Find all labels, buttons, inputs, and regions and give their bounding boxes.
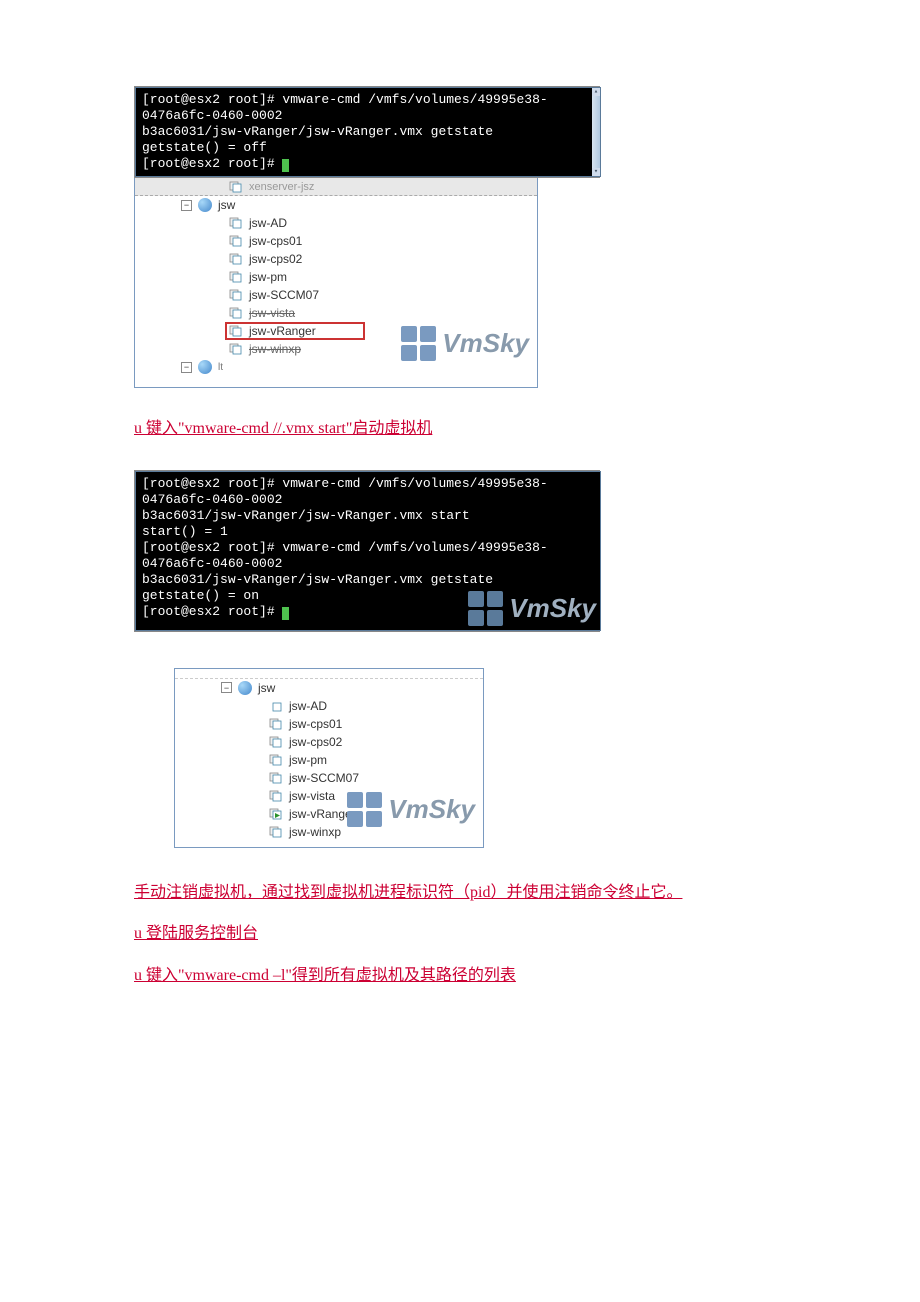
vm-icon — [229, 271, 243, 283]
terminal-line: [root@esx2 root]# vmware-cmd /vmfs/volum… — [142, 476, 594, 508]
tree-item[interactable]: jsw-pm — [175, 751, 483, 769]
terminal-line: [root@esx2 root]# vmware-cmd /vmfs/volum… — [142, 92, 594, 124]
collapse-icon[interactable]: − — [221, 682, 232, 693]
tree-label: xenserver-jsz — [249, 181, 314, 193]
watermark-squares-icon — [347, 792, 382, 827]
tree-item[interactable]: jsw-vista — [135, 304, 537, 322]
vm-running-icon — [269, 808, 283, 820]
tree-label: jsw-SCCM07 — [249, 288, 319, 302]
terminal-content: [root@esx2 root]# vmware-cmd /vmfs/volum… — [135, 87, 601, 177]
vm-icon — [269, 736, 283, 748]
terminal-screenshot-1: [root@esx2 root]# vmware-cmd /vmfs/volum… — [134, 86, 600, 178]
watermark: VmSky — [401, 326, 529, 361]
instruction-text-2: 手动注销虚拟机，通过找到虚拟机进程标识符（pid）并使用注销命令终止它。 — [134, 880, 920, 906]
terminal-line: [root@esx2 root]# — [142, 156, 594, 172]
instruction-text-4: u 键入"vmware-cmd –l"得到所有虚拟机及其路径的列表 — [134, 963, 920, 989]
tree-host-node[interactable]: − jsw — [175, 679, 483, 697]
tree-label: jsw-vista — [249, 306, 295, 320]
tree-label: jsw-SCCM07 — [289, 771, 359, 785]
globe-icon — [198, 360, 212, 374]
vm-icon — [229, 181, 243, 193]
watermark-text: VmSky — [388, 794, 475, 825]
tree-item-truncated — [175, 669, 483, 679]
terminal-line: b3ac6031/jsw-vRanger/jsw-vRanger.vmx get… — [142, 124, 594, 140]
tree-item[interactable]: jsw-SCCM07 — [135, 286, 537, 304]
tree-label: jsw — [218, 198, 235, 212]
tree-label: jsw-pm — [289, 753, 327, 767]
collapse-icon[interactable]: − — [181, 200, 192, 211]
scroll-up-icon: ▴ — [592, 88, 600, 96]
cursor-icon — [282, 159, 289, 172]
terminal-content: [root@esx2 root]# vmware-cmd /vmfs/volum… — [135, 471, 601, 631]
vm-icon — [229, 289, 243, 301]
tree-item[interactable]: jsw-cps02 — [135, 250, 537, 268]
scroll-down-icon: ▾ — [592, 168, 600, 176]
tree-label: jsw-cps02 — [249, 252, 302, 266]
tree-label: jsw-cps01 — [289, 717, 342, 731]
vm-icon — [229, 343, 243, 355]
tree-host-node[interactable]: − jsw — [135, 196, 537, 214]
vm-icon — [269, 826, 283, 838]
instruction-text-1: u 键入"vmware-cmd //.vmx start"启动虚拟机 — [134, 416, 920, 442]
tree-label: jsw-pm — [249, 270, 287, 284]
highlight-box: jsw-vRanger — [225, 322, 365, 340]
vm-icon — [269, 754, 283, 766]
vm-icon — [229, 217, 243, 229]
tree-item[interactable]: jsw-AD — [135, 214, 537, 232]
vm-icon — [269, 790, 283, 802]
terminal-line: b3ac6031/jsw-vRanger/jsw-vRanger.vmx get… — [142, 572, 594, 588]
watermark-squares-icon — [401, 326, 436, 361]
vm-icon — [229, 307, 243, 319]
watermark-text: VmSky — [509, 600, 596, 616]
tree-label: jsw-winxp — [249, 342, 301, 356]
tree-item[interactable]: jsw-cps02 — [175, 733, 483, 751]
collapse-icon[interactable]: − — [181, 362, 192, 373]
scroll-bar — [592, 88, 600, 176]
vm-tree-panel-2: − jsw jsw-AD jsw-cps01 jsw-cps02 jsw-pm … — [174, 668, 484, 848]
vm-icon — [229, 235, 243, 247]
tree-item[interactable]: jsw-SCCM07 — [175, 769, 483, 787]
terminal-line: start() = 1 — [142, 524, 594, 540]
tree-item[interactable]: jsw-pm — [135, 268, 537, 286]
watermark: VmSky — [468, 591, 596, 626]
tree-label: jsw-AD — [289, 699, 327, 713]
tree-label: jsw-vista — [289, 789, 335, 803]
terminal-prompt: [root@esx2 root]# — [142, 604, 282, 619]
tree-label: jsw-AD — [249, 216, 287, 230]
cursor-icon — [282, 607, 289, 620]
tree-label: jsw-vRanger — [289, 807, 356, 821]
tree-label: jsw-vRanger — [249, 324, 316, 338]
tree-label: jsw-winxp — [289, 825, 341, 839]
tree-label: lt — [218, 362, 223, 373]
tree-item[interactable]: jsw-cps01 — [175, 715, 483, 733]
terminal-prompt: [root@esx2 root]# — [142, 156, 282, 171]
vm-icon — [229, 325, 243, 337]
terminal-screenshot-2: [root@esx2 root]# vmware-cmd /vmfs/volum… — [134, 470, 600, 632]
watermark-text: VmSky — [442, 328, 529, 359]
watermark: VmSky — [347, 792, 475, 827]
globe-icon — [198, 198, 212, 212]
tree-item-truncated: xenserver-jsz — [135, 178, 537, 196]
terminal-line: [root@esx2 root]# vmware-cmd /vmfs/volum… — [142, 540, 594, 572]
vm-icon — [269, 718, 283, 730]
vm-icon — [269, 700, 283, 712]
tree-label: jsw — [258, 681, 275, 695]
terminal-line: b3ac6031/jsw-vRanger/jsw-vRanger.vmx sta… — [142, 508, 594, 524]
watermark-squares-icon — [468, 591, 503, 626]
tree-label: jsw-cps01 — [249, 234, 302, 248]
vm-tree-panel-1: xenserver-jsz − jsw jsw-AD jsw-cps01 jsw… — [134, 178, 538, 388]
vm-icon — [269, 772, 283, 784]
globe-icon — [238, 681, 252, 695]
vm-icon — [229, 253, 243, 265]
tree-item[interactable]: jsw-AD — [175, 697, 483, 715]
instruction-text-3: u 登陆服务控制台 — [134, 921, 920, 947]
tree-item[interactable]: jsw-cps01 — [135, 232, 537, 250]
tree-label: jsw-cps02 — [289, 735, 342, 749]
terminal-line: getstate() = off — [142, 140, 594, 156]
